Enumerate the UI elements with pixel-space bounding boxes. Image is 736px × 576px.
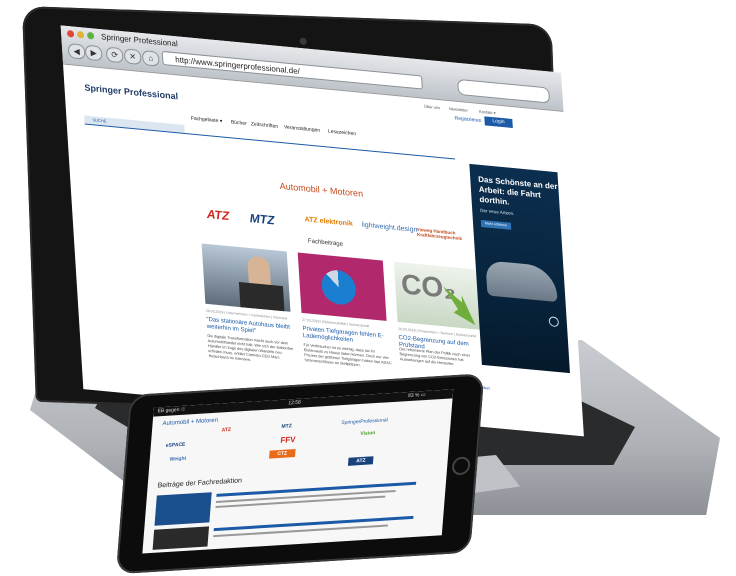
browser-toolbar: Springer Professional ◀ ▶ ⟳ ✕ ⌂ http://w… xyxy=(60,25,564,112)
address-bar[interactable]: http://www.springerprofessional.de/ xyxy=(161,50,423,90)
forward-button[interactable]: ▶ xyxy=(84,44,103,62)
home-button-icon[interactable] xyxy=(451,456,471,476)
tablet-logo-mtz[interactable]: MTZ xyxy=(281,423,292,430)
browser-search-field[interactable] xyxy=(457,78,551,104)
header-link-about[interactable]: Über uns xyxy=(424,104,441,111)
register-link[interactable]: Registrieren xyxy=(454,116,481,125)
login-button[interactable]: Login xyxy=(484,116,513,129)
brand-logo-icon xyxy=(548,316,560,328)
article-image-chart[interactable] xyxy=(297,252,387,321)
nav-zeitschriften[interactable]: Zeitschriften xyxy=(251,121,279,130)
camera-icon xyxy=(299,37,307,45)
subsection-title: Fachbeiträge xyxy=(307,238,344,248)
tablet-logo-vision[interactable]: Vision xyxy=(360,430,375,437)
car-icon xyxy=(485,260,558,303)
back-button[interactable]: ◀ xyxy=(67,43,86,60)
tablet: EB gegen ☉ 12:58 83 % ▭ Automobil + Moto… xyxy=(115,373,485,575)
article-teaser: Die digitale Transformation macht auch v… xyxy=(207,333,294,363)
site-logo[interactable]: Springer Professional xyxy=(84,83,178,102)
article-image-co2[interactable]: CO₂ xyxy=(393,261,483,330)
stop-button[interactable]: ✕ xyxy=(123,48,142,65)
nav-lesezeichen[interactable]: Lesezeichen xyxy=(328,129,356,138)
tablet-article-image[interactable] xyxy=(154,492,212,526)
jacket-icon xyxy=(238,281,285,312)
arrow-down-icon xyxy=(443,286,475,325)
tablet-logo-espace[interactable]: eSPACE xyxy=(165,442,185,449)
tablet-logo-weight[interactable]: Weight xyxy=(169,456,186,463)
tablet-logo-atz-2[interactable]: ATZ xyxy=(347,456,374,466)
tablet-article-image[interactable] xyxy=(152,526,210,550)
nav-fachgebiete[interactable]: Fachgebiete ▾ xyxy=(191,116,223,125)
brand-vieweg[interactable]: Vieweg Handbuch Kraftfahrzeugtechnik xyxy=(417,227,468,242)
nav-veranstaltungen[interactable]: Veranstaltungen xyxy=(284,124,321,133)
advertisement[interactable]: Das Schönste an der Arbeit: die Fahrt do… xyxy=(469,163,570,374)
brand-atz[interactable]: ATZ xyxy=(206,207,229,223)
zoom-icon[interactable] xyxy=(86,31,95,40)
battery-label: 83 % ▭ xyxy=(407,391,426,400)
reload-button[interactable]: ⟳ xyxy=(105,46,124,64)
window-title: Springer Professional xyxy=(100,32,178,49)
section-title: Automobil + Motoren xyxy=(279,180,364,199)
brand-lightweight-design[interactable]: lightweight.design xyxy=(361,222,417,234)
tablet-logo-ffv[interactable]: FFV xyxy=(280,435,296,445)
header-link-contact[interactable]: Kontakt ▾ xyxy=(479,109,496,116)
ad-subline: Der neue Arteon. xyxy=(480,207,515,217)
tablet-screen: EB gegen ☉ 12:58 83 % ▭ Automobil + Moto… xyxy=(142,389,454,554)
tablet-status-bar: EB gegen ☉ 12:58 83 % ▭ xyxy=(153,389,454,417)
close-icon[interactable] xyxy=(66,29,75,38)
ad-headline: Das Schönste an der Arbeit: die Fahrt do… xyxy=(477,174,558,207)
ad-button[interactable]: Mehr erfahren xyxy=(480,219,512,230)
clock-label: 12:58 xyxy=(288,399,302,407)
co2-icon: CO₂ xyxy=(400,268,457,305)
laptop-screen: Springer Professional ◀ ▶ ⟳ ✕ ⌂ http://w… xyxy=(60,25,584,437)
tablet-logo-atz[interactable]: ATZ xyxy=(221,427,231,434)
nav-buecher[interactable]: Bücher xyxy=(231,119,247,127)
brand-atz-elektronik[interactable]: ATZ elektronik xyxy=(304,216,353,228)
minimize-icon[interactable] xyxy=(76,30,85,39)
laptop-lid: Springer Professional ◀ ▶ ⟳ ✕ ⌂ http://w… xyxy=(22,6,584,437)
donut-chart-icon xyxy=(320,268,357,307)
tablet-section-title: Automobil + Motoren xyxy=(162,417,219,428)
article-image-interview[interactable] xyxy=(201,243,291,312)
tablet-logo-ctz[interactable]: CTZ xyxy=(269,449,296,459)
carrier-label: EB gegen ☉ xyxy=(157,406,186,415)
home-button[interactable]: ⌂ xyxy=(141,50,160,67)
header-link-newsletter[interactable]: Newsletter xyxy=(449,106,468,113)
tablet-heading: Beiträge der Fachredaktion xyxy=(157,477,243,490)
tablet-logo-springer[interactable]: SpringerProfessional xyxy=(341,417,388,426)
brand-mtz[interactable]: MTZ xyxy=(249,211,275,227)
